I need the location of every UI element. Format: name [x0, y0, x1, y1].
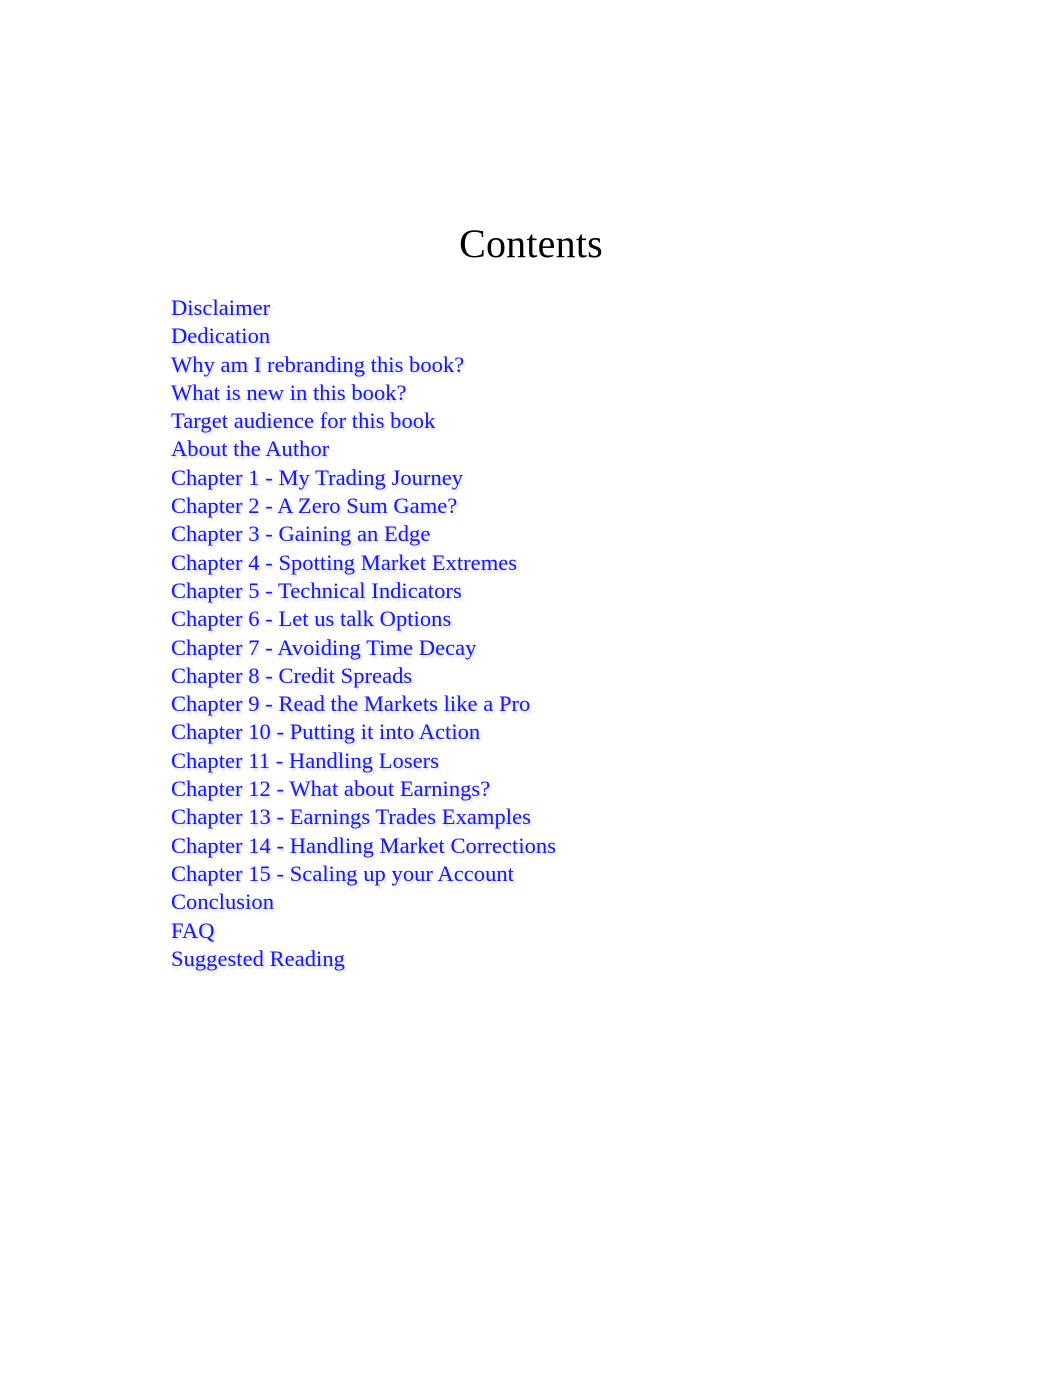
- list-item: Target audience for this book: [171, 407, 931, 435]
- toc-link-what-is-new[interactable]: What is new in this book?: [171, 380, 407, 405]
- list-item: Conclusion: [171, 888, 931, 916]
- toc-link-dedication[interactable]: Dedication: [171, 323, 270, 348]
- toc-link-chapter-1[interactable]: Chapter 1 - My Trading Journey: [171, 465, 463, 490]
- toc-link-chapter-2[interactable]: Chapter 2 - A Zero Sum Game?: [171, 493, 457, 518]
- page-title: Contents: [459, 220, 603, 266]
- toc-link-chapter-14[interactable]: Chapter 14 - Handling Market Corrections: [171, 833, 556, 858]
- list-item: Chapter 10 - Putting it into Action: [171, 718, 931, 746]
- contents-page: Contents Disclaimer Dedication Why am I …: [0, 0, 1062, 1376]
- toc-link-chapter-5[interactable]: Chapter 5 - Technical Indicators: [171, 578, 462, 603]
- list-item: Why am I rebranding this book?: [171, 351, 931, 379]
- list-item: Chapter 3 - Gaining an Edge: [171, 520, 931, 548]
- toc-link-target-audience[interactable]: Target audience for this book: [171, 408, 435, 433]
- list-item: Chapter 7 - Avoiding Time Decay: [171, 634, 931, 662]
- list-item: Chapter 5 - Technical Indicators: [171, 577, 931, 605]
- list-item: Chapter 8 - Credit Spreads: [171, 662, 931, 690]
- list-item: Chapter 14 - Handling Market Corrections: [171, 832, 931, 860]
- toc-link-faq[interactable]: FAQ: [171, 918, 215, 943]
- toc-link-about-the-author[interactable]: About the Author: [171, 436, 329, 461]
- toc-link-chapter-6[interactable]: Chapter 6 - Let us talk Options: [171, 606, 451, 631]
- toc-link-suggested-reading[interactable]: Suggested Reading: [171, 946, 345, 971]
- list-item: Chapter 1 - My Trading Journey: [171, 464, 931, 492]
- list-item: Chapter 12 - What about Earnings?: [171, 775, 931, 803]
- list-item: Chapter 13 - Earnings Trades Examples: [171, 803, 931, 831]
- toc-link-chapter-7[interactable]: Chapter 7 - Avoiding Time Decay: [171, 635, 476, 660]
- list-item: FAQ: [171, 917, 931, 945]
- toc-link-chapter-11[interactable]: Chapter 11 - Handling Losers: [171, 748, 439, 773]
- list-item: Chapter 2 - A Zero Sum Game?: [171, 492, 931, 520]
- list-item: Chapter 15 - Scaling up your Account: [171, 860, 931, 888]
- toc-link-chapter-12[interactable]: Chapter 12 - What about Earnings?: [171, 776, 490, 801]
- list-item: What is new in this book?: [171, 379, 931, 407]
- toc-link-conclusion[interactable]: Conclusion: [171, 889, 274, 914]
- list-item: Dedication: [171, 322, 931, 350]
- toc-link-chapter-9[interactable]: Chapter 9 - Read the Markets like a Pro: [171, 691, 530, 716]
- toc-link-disclaimer[interactable]: Disclaimer: [171, 295, 270, 320]
- list-item: Chapter 11 - Handling Losers: [171, 747, 931, 775]
- toc-link-chapter-8[interactable]: Chapter 8 - Credit Spreads: [171, 663, 412, 688]
- toc-link-why-rebranding[interactable]: Why am I rebranding this book?: [171, 352, 464, 377]
- toc-link-chapter-13[interactable]: Chapter 13 - Earnings Trades Examples: [171, 804, 531, 829]
- list-item: Suggested Reading: [171, 945, 931, 973]
- list-item: Chapter 9 - Read the Markets like a Pro: [171, 690, 931, 718]
- list-item: Chapter 4 - Spotting Market Extremes: [171, 549, 931, 577]
- toc-link-chapter-4[interactable]: Chapter 4 - Spotting Market Extremes: [171, 550, 517, 575]
- list-item: About the Author: [171, 435, 931, 463]
- toc-link-chapter-10[interactable]: Chapter 10 - Putting it into Action: [171, 719, 480, 744]
- list-item: Disclaimer: [171, 294, 931, 322]
- table-of-contents-list: Disclaimer Dedication Why am I rebrandin…: [171, 294, 931, 973]
- toc-link-chapter-15[interactable]: Chapter 15 - Scaling up your Account: [171, 861, 514, 886]
- list-item: Chapter 6 - Let us talk Options: [171, 605, 931, 633]
- toc-link-chapter-3[interactable]: Chapter 3 - Gaining an Edge: [171, 521, 430, 546]
